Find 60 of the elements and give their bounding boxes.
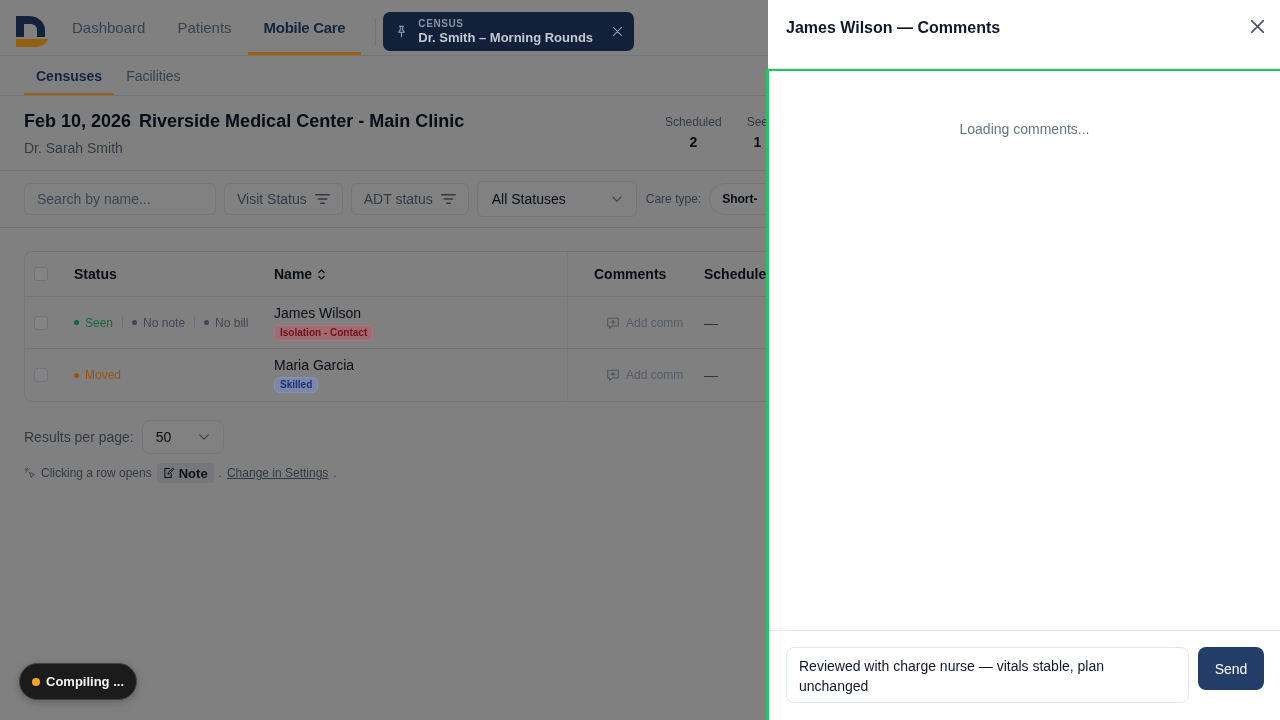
chevron-down-icon: [611, 196, 622, 202]
hint-text: Clicking a row opens: [41, 466, 152, 480]
nav-tab[interactable]: Mobile Care: [247, 0, 362, 55]
column-header: Comments: [594, 266, 667, 282]
sub-tab[interactable]: Facilities: [114, 56, 193, 95]
provider-name: Dr. Sarah Smith: [24, 139, 124, 158]
search-field[interactable]: Search by name...: [24, 183, 216, 215]
loading-message: Loading comments...: [959, 121, 1090, 137]
column-header: Status: [74, 266, 117, 282]
page-size-label: Results per page:: [24, 429, 134, 445]
chip-label: Note: [178, 465, 208, 481]
comment-input[interactable]: Reviewed with charge nurse — vitals stable, plan unchanged: [786, 647, 1189, 703]
status-label: Moved: [85, 368, 122, 382]
census-date: Feb 10, 2026: [24, 110, 132, 133]
close-icon: [613, 27, 623, 36]
remove-census-button[interactable]: [613, 27, 623, 36]
comment-add-icon: [606, 368, 620, 382]
status-select[interactable]: All Statuses: [476, 181, 637, 217]
comment-add-icon: [606, 315, 620, 330]
sub-tab[interactable]: Censuses: [24, 56, 115, 95]
census-title: Dr. Smith – Morning Rounds: [418, 29, 594, 46]
close-button[interactable]: [1251, 20, 1264, 33]
column-header[interactable]: Name: [274, 266, 327, 282]
stat-value: 1: [752, 133, 763, 152]
facility-name: Riverside Medical Center - Main Clinic: [139, 110, 465, 133]
note-edit-icon: [162, 467, 175, 479]
column-header: Schedule: [704, 266, 767, 282]
hint-text: .: [333, 466, 337, 480]
stat-value: 2: [688, 133, 699, 152]
filter-icon: [314, 194, 330, 204]
nav-tab[interactable]: Dashboard: [56, 0, 162, 55]
status-label: Seen: [85, 315, 114, 330]
drawer-title: James Wilson — Comments: [786, 18, 1001, 38]
hint-text: .: [218, 466, 222, 480]
patient-name: James Wilson: [274, 304, 362, 322]
schedule-value: —: [704, 314, 718, 331]
sort-icon: [317, 267, 327, 281]
stat-label: Scheduled: [664, 114, 722, 130]
close-icon: [1251, 20, 1264, 33]
census-label: CENSUS: [418, 17, 465, 30]
filter-button[interactable]: ADT status: [350, 183, 469, 215]
status-label: No bill: [215, 315, 249, 330]
care-tag: Isolation - Contact: [274, 324, 374, 341]
filter-button[interactable]: Visit Status: [224, 183, 343, 215]
nav-tab[interactable]: Patients: [161, 0, 248, 55]
filter-icon: [440, 194, 456, 204]
cursor-click-icon: [24, 467, 36, 479]
care-tag: Skilled: [274, 377, 319, 393]
care-type-chip[interactable]: Short-: [709, 183, 768, 215]
status-label: No note: [143, 315, 186, 330]
send-button[interactable]: Send: [1198, 647, 1264, 690]
status-text: Compiling ...: [46, 674, 124, 689]
care-type-label: Care type:: [645, 192, 702, 206]
chevron-down-icon: [198, 434, 209, 440]
app-logo: [16, 16, 48, 48]
schedule-value: —: [704, 367, 718, 383]
status-dot-icon: [32, 677, 40, 686]
page-size-select[interactable]: 50: [141, 420, 224, 454]
patient-name: Maria Garcia: [274, 357, 355, 374]
settings-link[interactable]: Change in Settings: [226, 466, 329, 480]
